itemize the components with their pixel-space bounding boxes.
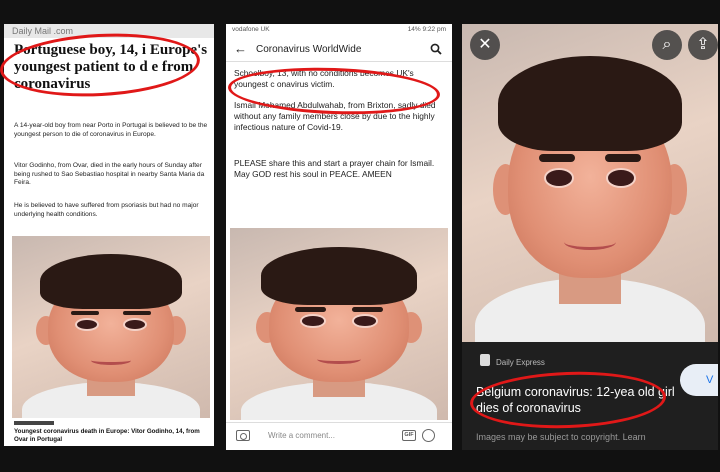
page-title: Coronavirus WorldWide [256,44,362,55]
source-name[interactable]: Daily Express [496,358,545,367]
copyright-notice: Images may be subject to copyright. Lear… [476,432,646,442]
article-photo [12,236,210,418]
page-header: ← Coronavirus WorldWide [226,36,452,62]
carrier-label: vodafone UK [232,26,270,33]
article-paragraph-1: A 14-year-old boy from near Porto in Por… [14,122,208,138]
post-photo[interactable] [230,228,448,420]
visit-button[interactable]: V [680,364,718,396]
article-paragraph-3: He is believed to have suffered from pso… [14,202,199,218]
emoji-icon[interactable] [422,429,435,442]
close-icon[interactable]: ✕ [470,30,500,60]
search-icon[interactable] [430,43,442,55]
photo-caption: Youngest coronavirus death in Europe: Vi… [14,428,200,443]
back-arrow-icon[interactable]: ← [234,41,247,56]
status-bar: vodafone UK 14% 9:22 pm [226,24,452,36]
lens-search-icon[interactable]: ⌕ [652,30,682,60]
caption-marker [14,421,54,425]
share-icon[interactable]: ⇪ [688,30,718,60]
comment-input[interactable]: Write a comment... [258,428,398,444]
viewer-photo[interactable] [462,24,718,342]
battery-time: 14% 9:22 pm [407,26,446,33]
site-name[interactable]: Daily Mail .com [12,26,73,36]
gif-button[interactable]: GIF [402,430,416,441]
camera-icon[interactable] [236,430,250,441]
comment-bar: Write a comment... GIF [226,422,452,450]
source-favicon-icon [480,354,490,366]
article-paragraph-2: Vitor Godinho, from Ovar, died in the ea… [14,162,205,187]
post-text-appeal: PLEASE share this and start a prayer cha… [234,158,435,179]
